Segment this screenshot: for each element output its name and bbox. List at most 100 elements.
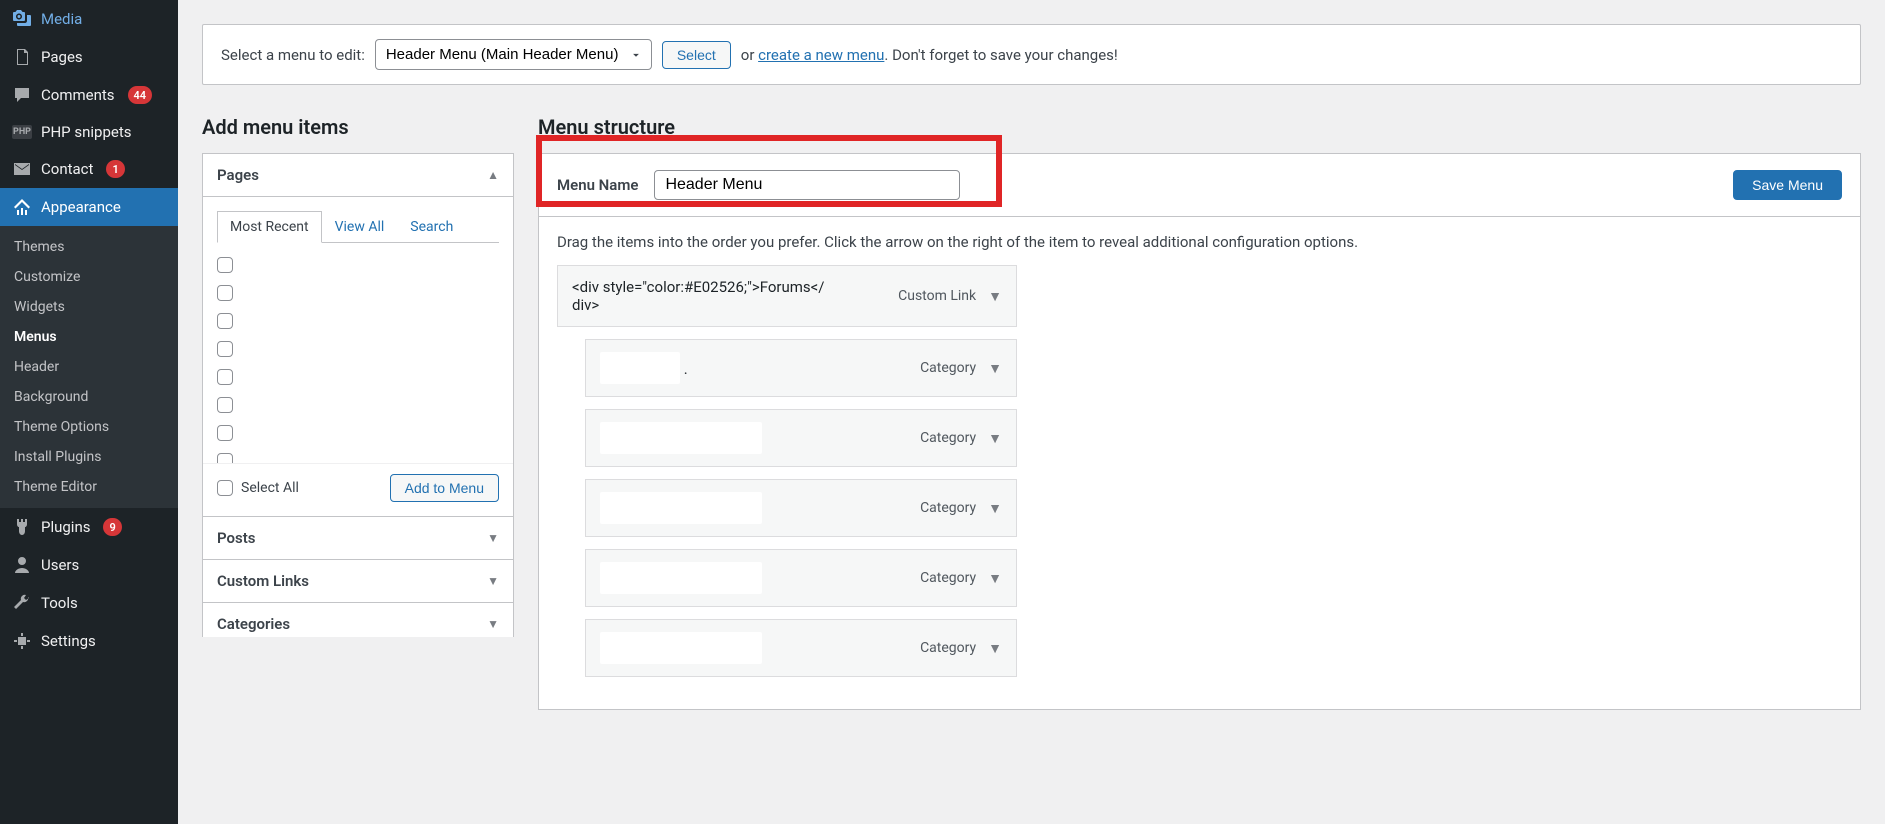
- checkbox[interactable]: [217, 397, 233, 413]
- sidebar-item-label: Appearance: [41, 198, 121, 216]
- page-item[interactable]: [217, 421, 501, 449]
- pages-checklist[interactable]: [217, 253, 509, 463]
- redacted-text: [606, 568, 756, 584]
- metabox-posts-header[interactable]: Posts ▼: [203, 517, 513, 559]
- menu-item[interactable]: Category ▼: [585, 409, 1017, 467]
- checkbox[interactable]: [217, 285, 233, 301]
- or-word: or: [741, 46, 758, 64]
- chevron-down-icon[interactable]: ▼: [988, 430, 1002, 447]
- submenu-menus[interactable]: Menus: [0, 322, 178, 352]
- sidebar-item-plugins[interactable]: Plugins 9: [0, 508, 178, 546]
- checkbox[interactable]: [217, 369, 233, 385]
- submenu-themes[interactable]: Themes: [0, 232, 178, 262]
- submenu-customize[interactable]: Customize: [0, 262, 178, 292]
- media-icon: [12, 9, 32, 29]
- metabox-title: Posts: [217, 529, 255, 547]
- sidebar-item-label: Media: [41, 10, 82, 28]
- chevron-down-icon[interactable]: ▼: [988, 288, 1002, 305]
- sidebar-item-comments[interactable]: Comments 44: [0, 76, 178, 114]
- menu-item[interactable]: .Category▼: [585, 339, 1017, 397]
- sidebar-item-appearance[interactable]: Appearance: [0, 188, 178, 226]
- sidebar-item-users[interactable]: Users: [0, 546, 178, 584]
- chevron-down-icon[interactable]: ▼: [988, 360, 1002, 377]
- page-item[interactable]: [217, 309, 501, 337]
- submenu-header[interactable]: Header: [0, 352, 178, 382]
- metabox-pages: Pages ▲ Most Recent View All Search: [202, 153, 514, 517]
- page-item[interactable]: [217, 253, 501, 281]
- appearance-icon: [12, 197, 32, 217]
- sidebar-item-label: Pages: [41, 48, 83, 66]
- add-items-heading: Add menu items: [202, 115, 514, 139]
- menu-name-input[interactable]: [654, 170, 960, 200]
- submenu-theme-options[interactable]: Theme Options: [0, 412, 178, 442]
- sidebar-item-label: Tools: [41, 594, 78, 612]
- chevron-down-icon[interactable]: ▼: [988, 570, 1002, 587]
- menu-item[interactable]: Category ▼: [585, 479, 1017, 537]
- plugins-badge: 9: [103, 518, 121, 536]
- contact-badge: 1: [106, 160, 124, 178]
- sidebar-item-tools[interactable]: Tools: [0, 584, 178, 622]
- page-icon: [12, 47, 32, 67]
- redacted-text: [606, 638, 756, 654]
- structure-instructions: Drag the items into the order you prefer…: [539, 217, 1860, 261]
- comments-badge: 44: [128, 86, 153, 104]
- select-all-label[interactable]: Select All: [217, 480, 299, 496]
- chevron-down-icon[interactable]: ▼: [988, 640, 1002, 657]
- metabox-categories-header[interactable]: Categories ▼: [203, 603, 513, 637]
- redacted-text: [606, 498, 756, 514]
- sidebar-item-settings[interactable]: Settings: [0, 622, 178, 660]
- checkbox[interactable]: [217, 341, 233, 357]
- metabox-categories: Categories ▼: [202, 602, 514, 637]
- checkbox[interactable]: [217, 257, 233, 273]
- chevron-down-icon[interactable]: ▼: [988, 500, 1002, 517]
- menu-item-type: Category: [920, 570, 976, 586]
- checkbox[interactable]: [217, 313, 233, 329]
- sidebar-item-media[interactable]: Media: [0, 0, 178, 38]
- sidebar-item-label: Comments: [41, 86, 115, 104]
- submenu-widgets[interactable]: Widgets: [0, 292, 178, 322]
- page-item[interactable]: [217, 449, 501, 463]
- submenu-background[interactable]: Background: [0, 382, 178, 412]
- submenu-install-plugins[interactable]: Install Plugins: [0, 442, 178, 472]
- checkbox[interactable]: [217, 453, 233, 463]
- tab-search[interactable]: Search: [397, 211, 466, 243]
- sidebar-item-php-snippets[interactable]: PHP PHP snippets: [0, 114, 178, 150]
- page-item[interactable]: [217, 365, 501, 393]
- users-icon: [12, 555, 32, 575]
- add-to-menu-button[interactable]: Add to Menu: [390, 474, 499, 502]
- menu-item-type: Category: [920, 500, 976, 516]
- tab-most-recent[interactable]: Most Recent: [217, 211, 322, 243]
- pages-tabs: Most Recent View All Search: [217, 211, 499, 243]
- page-item[interactable]: [217, 281, 501, 309]
- metabox-pages-header[interactable]: Pages ▲: [203, 154, 513, 197]
- tab-view-all[interactable]: View All: [322, 211, 398, 243]
- menu-item[interactable]: <div style="color:#E02526;">Forums</div>…: [557, 265, 1017, 327]
- save-menu-button[interactable]: Save Menu: [1733, 170, 1842, 200]
- menu-select-dropdown[interactable]: Header Menu (Main Header Menu): [375, 39, 652, 70]
- metabox-title: Pages: [217, 166, 259, 184]
- sidebar-item-label: Plugins: [41, 518, 90, 536]
- expand-icon: ▼: [487, 574, 499, 588]
- menu-items-list: <div style="color:#E02526;">Forums</div>…: [539, 261, 1860, 709]
- checkbox[interactable]: [217, 425, 233, 441]
- menu-item[interactable]: Category ▼: [585, 549, 1017, 607]
- sidebar-item-contact[interactable]: Contact 1: [0, 150, 178, 188]
- redacted-text: [606, 428, 756, 444]
- page-item[interactable]: [217, 393, 501, 421]
- create-menu-link[interactable]: create a new menu: [758, 46, 884, 64]
- select-all-checkbox[interactable]: [217, 480, 233, 496]
- menu-item[interactable]: Category▼: [585, 619, 1017, 677]
- page-item[interactable]: [217, 337, 501, 365]
- appearance-submenu: Themes Customize Widgets Menus Header Ba…: [0, 226, 178, 508]
- submenu-theme-editor[interactable]: Theme Editor: [0, 472, 178, 502]
- sidebar-item-label: Contact: [41, 160, 93, 178]
- menu-item-title: [600, 422, 762, 454]
- admin-sidebar: Media Pages Comments 44 PHP PHP snippets…: [0, 0, 178, 824]
- menu-item-type: Category: [920, 430, 976, 446]
- redacted-text: [606, 358, 674, 374]
- select-button[interactable]: Select: [662, 41, 731, 69]
- menu-item-title: [600, 632, 762, 664]
- expand-icon: ▼: [487, 531, 499, 545]
- sidebar-item-pages[interactable]: Pages: [0, 38, 178, 76]
- metabox-custom-links-header[interactable]: Custom Links ▼: [203, 560, 513, 602]
